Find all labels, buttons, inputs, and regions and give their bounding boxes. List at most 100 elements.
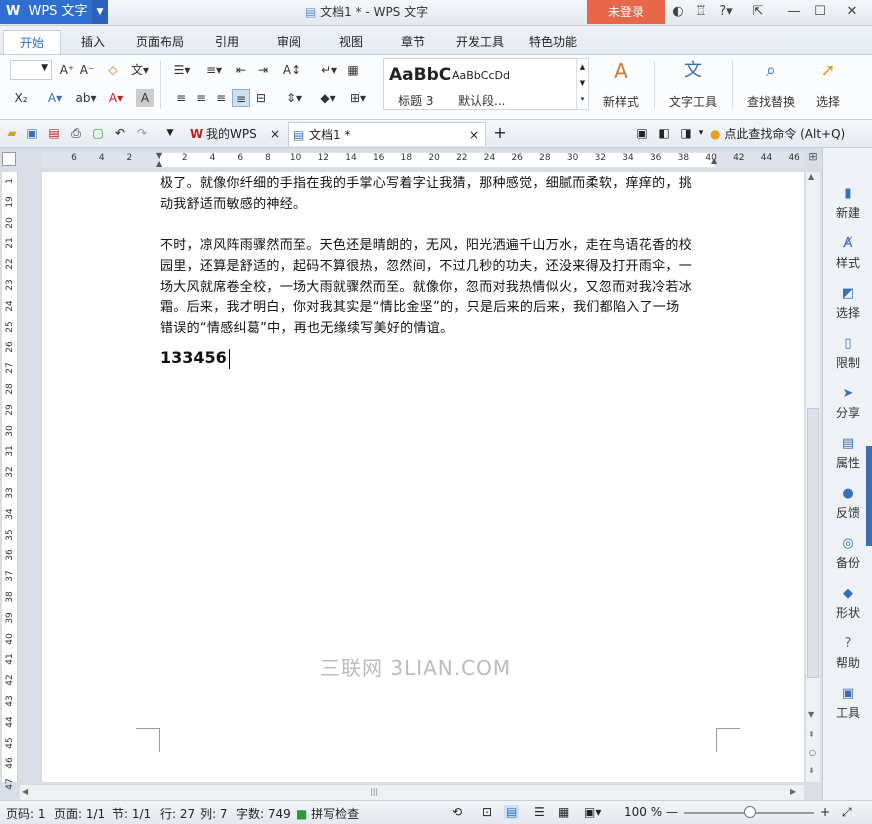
ruler-tab-selector[interactable]: [2, 152, 16, 166]
doc-tab-document[interactable]: ▤ 文档1 * ×: [288, 122, 486, 146]
line-spacing-icon[interactable]: ⇕▾: [280, 89, 308, 107]
open-icon[interactable]: ▰: [4, 125, 20, 141]
status-section[interactable]: 节: 1/1: [112, 805, 151, 822]
undo-icon[interactable]: ↶: [112, 125, 128, 141]
distribute-icon[interactable]: ⊟: [252, 89, 270, 107]
bullet-list-icon[interactable]: ☰▾: [168, 61, 196, 79]
horizontal-ruler[interactable]: 6 4 2 2 4 6 8 10 12 14 16 18 20 22 24 26 28 30 32 34 36 38 40 4…: [42, 152, 804, 168]
scroll-left-icon[interactable]: ◀: [22, 787, 28, 796]
tab-nav-icon[interactable]: ▣: [634, 125, 650, 141]
text-direction-icon[interactable]: A↕: [278, 61, 306, 79]
skin-icon[interactable]: ◐: [668, 2, 688, 22]
scroll-up-icon[interactable]: ▲: [808, 172, 814, 181]
sidebar-item-shape[interactable]: ◆ 形状: [823, 586, 872, 621]
status-word-count[interactable]: 字数: 749: [236, 805, 291, 822]
fullscreen-view-icon[interactable]: ⊡: [482, 805, 492, 819]
web-view-icon[interactable]: ▦: [558, 805, 569, 819]
status-row[interactable]: 行: 27: [160, 805, 195, 822]
sidebar-item-feedback[interactable]: ● 反馈: [823, 486, 872, 521]
text-effect-icon[interactable]: A▾: [40, 89, 70, 107]
sidebar-collapse-handle[interactable]: [866, 446, 872, 546]
tab-insert[interactable]: 插入: [72, 30, 114, 54]
sidebar-item-tools[interactable]: ▣ 工具: [823, 686, 872, 721]
number-list-icon[interactable]: ≡▾: [200, 61, 228, 79]
sidebar-item-new[interactable]: ▮ 新建: [823, 186, 872, 221]
table-icon[interactable]: ▦: [344, 61, 362, 79]
decrease-indent-icon[interactable]: ⇤: [232, 61, 250, 79]
ruler-toggle-icon[interactable]: ⊞: [806, 150, 820, 168]
prev-page-icon[interactable]: ⇞: [808, 730, 815, 739]
close-tab-icon[interactable]: ×: [270, 122, 280, 146]
scroll-grip-icon[interactable]: |||: [370, 787, 378, 796]
save-icon[interactable]: ▣: [24, 125, 40, 141]
close-icon[interactable]: ✕: [842, 2, 862, 22]
char-shading-icon[interactable]: A: [136, 89, 154, 107]
help-icon[interactable]: ?▾: [714, 2, 738, 22]
tab-developer[interactable]: 开发工具: [448, 30, 512, 54]
line-break-icon[interactable]: ↵▾: [316, 61, 342, 79]
sidebar-item-properties[interactable]: ▤ 属性: [823, 436, 872, 471]
subscript-icon[interactable]: X₂: [12, 89, 30, 107]
tab-page-layout[interactable]: 页面布局: [130, 30, 190, 54]
minimize-icon[interactable]: —: [784, 2, 804, 22]
new-tab-icon[interactable]: +: [492, 125, 508, 141]
tab-chapter[interactable]: 章节: [392, 30, 434, 54]
tab-references[interactable]: 引用: [206, 30, 248, 54]
sidebar-item-backup[interactable]: ◎ 备份: [823, 536, 872, 571]
pdf-icon[interactable]: ▤: [46, 125, 62, 141]
print-preview-icon[interactable]: ▢: [90, 125, 106, 141]
sidebar-item-restrict[interactable]: ▯ 限制: [823, 336, 872, 371]
scroll-down-icon[interactable]: ▼: [808, 710, 814, 719]
vertical-scroll-thumb[interactable]: [807, 408, 819, 678]
tab-nav-dropdown-icon[interactable]: ▾: [696, 125, 706, 141]
maximize-icon[interactable]: ☐: [810, 2, 830, 22]
tab-view[interactable]: 视图: [330, 30, 372, 54]
find-replace-button[interactable]: ⌕ 查找替换: [740, 59, 802, 110]
phonetic-icon[interactable]: 文▾: [126, 61, 154, 79]
status-col[interactable]: 列: 7: [200, 805, 228, 822]
chevron-down-icon[interactable]: ▼: [92, 0, 108, 24]
tab-start[interactable]: 开始: [3, 30, 61, 54]
zoom-out-icon[interactable]: —: [666, 805, 678, 819]
align-right-icon[interactable]: ≡: [212, 89, 230, 107]
font-size-select[interactable]: ▼: [10, 60, 52, 80]
style-scroll[interactable]: ▲ ▼ ▾: [576, 59, 588, 109]
new-style-button[interactable]: A 新样式: [598, 59, 644, 110]
text-tools-button[interactable]: 文 文字工具: [662, 59, 724, 110]
zoom-in-icon[interactable]: +: [820, 805, 830, 819]
right-indent-marker-icon[interactable]: ▲: [711, 156, 720, 165]
style-gallery[interactable]: AaBbC AaBbCcDd 标题 3 默认段... ▲ ▼ ▾: [383, 58, 589, 110]
shirt-icon[interactable]: ♖: [691, 2, 711, 22]
tab-special[interactable]: 特色功能: [522, 30, 584, 54]
close-tab-icon[interactable]: ×: [469, 123, 479, 147]
zoom-slider-thumb[interactable]: [744, 806, 756, 818]
align-center-icon[interactable]: ≡: [192, 89, 210, 107]
read-view-icon[interactable]: ▣▾: [584, 805, 601, 819]
status-page[interactable]: 页面: 1/1: [54, 805, 105, 822]
highlight-icon[interactable]: ab▾: [72, 89, 100, 107]
app-menu-button[interactable]: W WPS 文字 ▼: [0, 0, 108, 24]
sidebar-item-style[interactable]: A̸ 样式: [823, 236, 872, 271]
browse-object-icon[interactable]: ○: [809, 748, 816, 757]
horizontal-scrollbar[interactable]: ◀ ||| ▶: [20, 784, 804, 800]
command-search[interactable]: ● 点此查找命令 (Alt+Q): [710, 125, 845, 142]
tab-nav-icon[interactable]: ◧: [656, 125, 672, 141]
grow-font-icon[interactable]: A⁺: [58, 61, 76, 79]
scroll-right-icon[interactable]: ▶: [790, 787, 796, 796]
status-spell-check[interactable]: ■ 拼写检查: [296, 805, 359, 822]
fit-window-icon[interactable]: ⤢: [842, 805, 852, 820]
customize-dropdown-icon[interactable]: ▼: [162, 125, 178, 141]
zoom-level[interactable]: 100 %: [624, 805, 662, 819]
document-page[interactable]: 极了。就像你纤细的手指在我的手掌心写着字让我猜，那种感觉，细腻而柔软，痒痒的，挑…: [42, 172, 804, 782]
style-heading3[interactable]: 标题 3: [398, 92, 433, 109]
sidebar-item-help[interactable]: ? 帮助: [823, 636, 872, 671]
login-button[interactable]: 未登录: [587, 0, 665, 24]
print-icon[interactable]: ⎙: [68, 125, 84, 141]
next-page-icon[interactable]: ⇟: [808, 766, 815, 775]
status-page-code[interactable]: 页码: 1: [6, 805, 46, 822]
style-default[interactable]: 默认段...: [458, 92, 505, 109]
clear-format-icon[interactable]: ◇: [104, 61, 122, 79]
tab-review[interactable]: 审阅: [268, 30, 310, 54]
justify-icon[interactable]: ≡: [232, 89, 250, 107]
sidebar-item-share[interactable]: ➤ 分享: [823, 386, 872, 421]
